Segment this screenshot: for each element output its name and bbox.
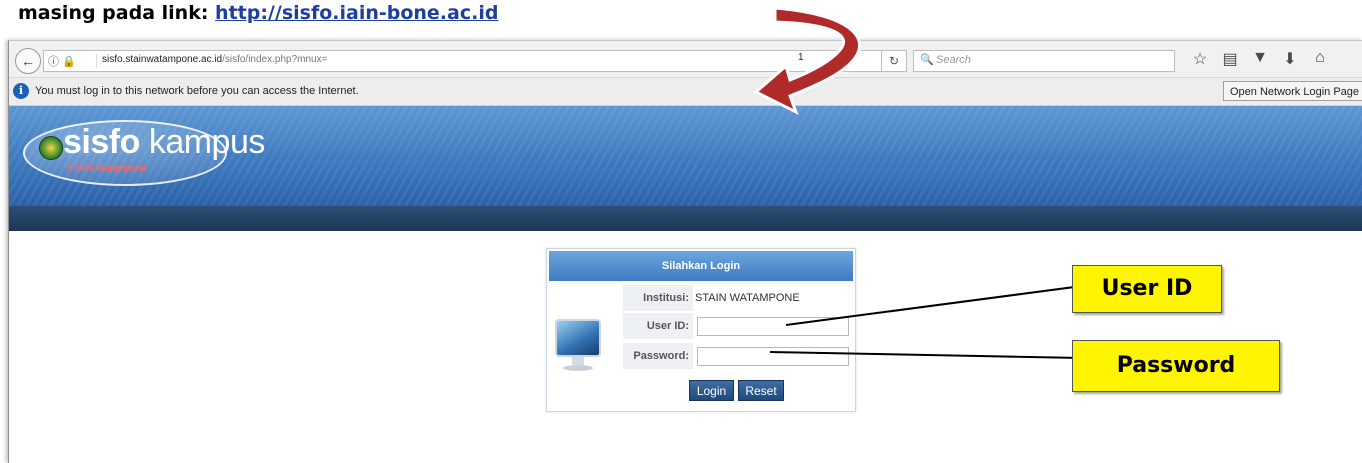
curved-arrow-icon [753,6,861,116]
password-callout: Password [1072,340,1280,392]
password-pointer-line [769,351,1083,359]
annotation-overlay [753,6,1083,359]
userid-callout: User ID [1072,265,1222,313]
userid-pointer-line [785,285,1083,326]
